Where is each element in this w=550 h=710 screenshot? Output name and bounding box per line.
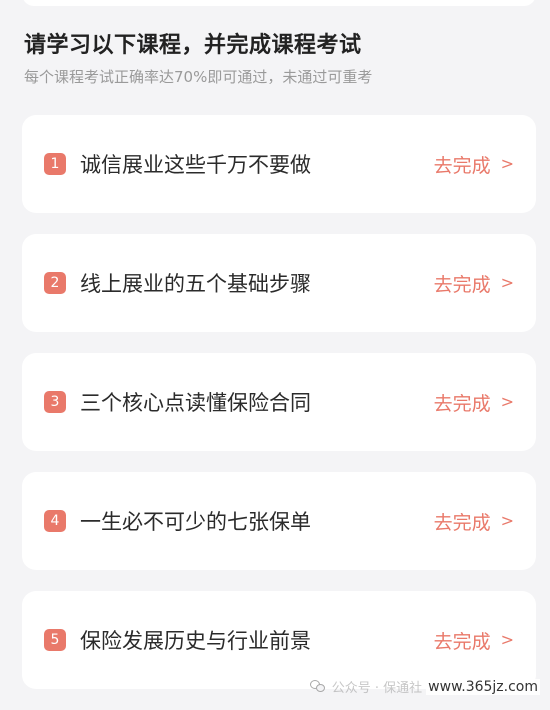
course-card-3[interactable]: 3 三个核心点读懂保险合同 去完成 >	[22, 353, 536, 451]
go-complete-button[interactable]: 去完成 >	[434, 627, 514, 654]
course-card-1[interactable]: 1 诚信展业这些千万不要做 去完成 >	[22, 115, 536, 213]
chevron-right-icon: >	[500, 392, 514, 411]
watermark-site: www.365jz.com	[426, 678, 540, 695]
chevron-right-icon: >	[500, 630, 514, 649]
go-complete-button[interactable]: 去完成 >	[434, 389, 514, 416]
course-list: 1 诚信展业这些千万不要做 去完成 > 2 线上展业的五个基础步骤 去完成 > …	[22, 115, 536, 710]
wechat-icon	[309, 680, 326, 693]
course-index-badge: 3	[44, 391, 66, 413]
go-complete-label: 去完成	[433, 392, 491, 415]
go-complete-button[interactable]: 去完成 >	[434, 270, 514, 297]
section-title: 请学习以下课程，并完成课程考试	[24, 33, 362, 58]
watermark-text: 公众号 · 保通社	[331, 681, 423, 696]
course-title: 三个核心点读懂保险合同	[80, 391, 311, 415]
chevron-right-icon: >	[500, 154, 514, 173]
previous-card-edge	[22, 0, 536, 6]
course-title: 保险发展历史与行业前景	[80, 629, 311, 653]
course-index-badge: 2	[44, 272, 66, 294]
course-title: 诚信展业这些千万不要做	[80, 153, 311, 177]
course-card-4[interactable]: 4 一生必不可少的七张保单 去完成 >	[22, 472, 536, 570]
course-index-badge: 5	[44, 629, 66, 651]
go-complete-button[interactable]: 去完成 >	[434, 508, 514, 535]
chevron-right-icon: >	[500, 273, 514, 292]
go-complete-label: 去完成	[433, 154, 491, 177]
go-complete-label: 去完成	[433, 511, 491, 534]
course-card-5[interactable]: 5 保险发展历史与行业前景 去完成 >	[22, 591, 536, 689]
go-complete-label: 去完成	[433, 630, 491, 653]
go-complete-label: 去完成	[433, 273, 491, 296]
course-section-header: 请学习以下课程，并完成课程考试 每个课程考试正确率达70%即可通过，未通过可重考	[24, 30, 524, 88]
section-subtitle: 每个课程考试正确率达70%即可通过，未通过可重考	[24, 68, 373, 86]
go-complete-button[interactable]: 去完成 >	[434, 151, 514, 178]
course-index-badge: 4	[44, 510, 66, 532]
course-index-badge: 1	[44, 153, 66, 175]
course-title: 一生必不可少的七张保单	[80, 510, 311, 534]
watermark: 公众号 · 保通社 www.365jz.com	[309, 677, 540, 696]
course-title: 线上展业的五个基础步骤	[80, 272, 311, 296]
course-card-2[interactable]: 2 线上展业的五个基础步骤 去完成 >	[22, 234, 536, 332]
chevron-right-icon: >	[500, 511, 514, 530]
